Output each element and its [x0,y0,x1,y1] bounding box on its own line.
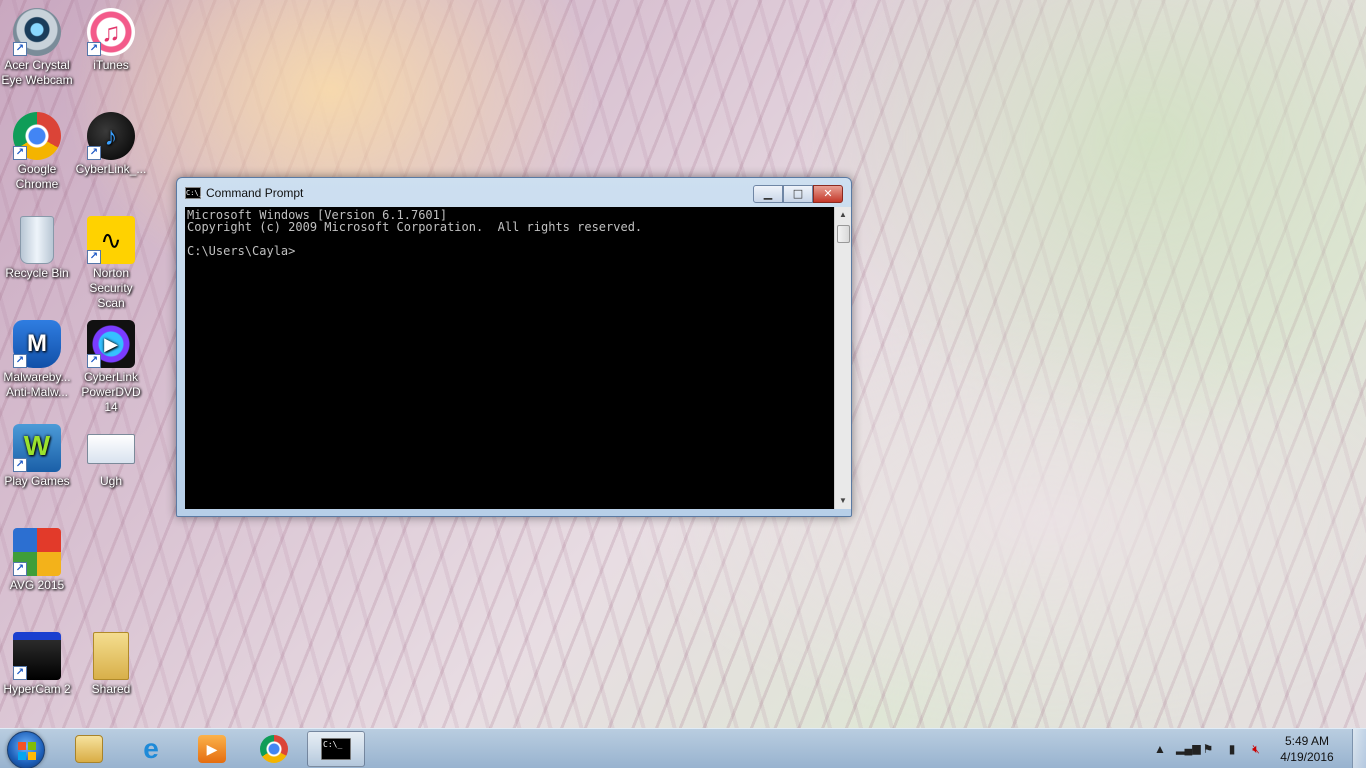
media-player-icon: ▶ [198,735,226,763]
desktop-icon-malwarebytes[interactable]: M ↗ Malwareby... Anti-Malw... [0,320,74,400]
ie-icon: e [143,733,159,764]
cyberlink-icon: ♪ ↗ [87,112,135,160]
malwarebytes-icon: M ↗ [13,320,61,368]
show-desktop-button[interactable] [1352,729,1366,768]
ugh-file-icon [87,434,135,464]
folder-icon [75,735,103,763]
norton-icon: ∿ ↗ [87,216,135,264]
vertical-scrollbar[interactable]: ▲ ▼ [834,207,851,509]
console-output[interactable]: Microsoft Windows [Version 6.1.7601] Cop… [185,207,834,509]
desktop-icon-label: AVG 2015 [9,578,65,592]
windows-logo-icon [18,742,36,760]
folder-icon [93,632,129,680]
desktop-icon-label: Ugh [99,474,122,488]
desktop-icon-powerdvd[interactable]: ▶ ↗ CyberLink PowerDVD 14 [74,320,148,415]
scroll-thumb[interactable] [837,225,850,243]
desktop-icon-hypercam[interactable]: ↗ HyperCam 2 [0,632,74,697]
taskbar: e ▶ C:\_ ▲ ▂▄▆ ⚑ ▮ 🔇︎ 5:49 AM 4/19/2016 [0,728,1366,768]
itunes-icon: ♫ ↗ [87,8,135,56]
taskbar-item-internet-explorer[interactable]: e [122,731,180,767]
desktop-icon-shared[interactable]: Shared [74,632,148,697]
window-title: Command Prompt [206,186,304,200]
webcam-icon: ↗ [13,8,61,56]
taskbar-item-explorer[interactable] [60,731,118,767]
hypercam-icon: ↗ [13,632,61,680]
desktop-icon-play-games[interactable]: W ↗ Play Games [0,424,74,489]
desktop-icon-itunes[interactable]: ♫ ↗ iTunes [74,8,148,73]
desktop-icon-ugh[interactable]: Ugh [74,424,148,489]
scroll-down-arrow-icon[interactable]: ▼ [835,493,851,509]
maximize-button[interactable]: □ [783,185,813,203]
clock-time: 5:49 AM [1284,734,1330,748]
window-titlebar[interactable]: C:\_ Command Prompt [185,186,303,200]
powerdvd-icon: ▶ ↗ [87,320,135,368]
desktop-icon-label: CyberLink_... [75,162,147,176]
clock[interactable]: 5:49 AM 4/19/2016 [1268,733,1346,765]
action-center-flag-icon[interactable]: ⚑ [1200,741,1216,757]
desktop-icon-label: iTunes [93,58,129,72]
taskbar-item-media-player[interactable]: ▶ [183,731,241,767]
show-hidden-icons-chevron-icon[interactable]: ▲ [1152,741,1168,757]
play-games-icon: W ↗ [13,424,61,472]
desktop-icon-label: CyberLink PowerDVD 14 [81,370,141,414]
desktop-icon-chrome[interactable]: ↗ Google Chrome [0,112,74,192]
start-button[interactable] [7,731,45,768]
command-prompt-window[interactable]: C:\_ Command Prompt ▁ □ ✕ Microsoft Wind… [176,177,852,517]
system-tray: ▲ ▂▄▆ ⚑ ▮ 🔇︎ 5:49 AM 4/19/2016 [1148,729,1366,768]
desktop-icon-label: Malwareby... Anti-Malw... [3,370,71,399]
desktop-icon-label: Recycle Bin [5,266,69,280]
close-button[interactable]: ✕ [813,185,843,203]
battery-icon[interactable]: ▮ [1224,741,1240,757]
scroll-up-arrow-icon[interactable]: ▲ [835,207,851,223]
desktop-icon-webcam[interactable]: ↗ Acer Crystal Eye Webcam [0,8,74,88]
chrome-icon [260,735,288,763]
desktop-icon-recycle-bin[interactable]: Recycle Bin [0,216,74,281]
recycle-bin-icon [20,216,54,264]
desktop-icon-label: Play Games [4,474,70,488]
desktop-icon-label: Norton Security Scan [89,266,133,310]
desktop-icon-label: HyperCam 2 [3,682,71,696]
clock-date: 4/19/2016 [1280,750,1334,764]
chrome-icon: ↗ [13,112,61,160]
taskbar-item-command-prompt[interactable]: C:\_ [307,731,365,767]
desktop-icon-cyberlink[interactable]: ♪ ↗ CyberLink_... [74,112,148,177]
minimize-button[interactable]: ▁ [753,185,783,203]
cmd-icon: C:\_ [185,187,203,199]
desktop-icon-label: Acer Crystal Eye Webcam [1,58,73,87]
network-signal-icon[interactable]: ▂▄▆ [1176,741,1201,757]
desktop-icon-norton[interactable]: ∿ ↗ Norton Security Scan [74,216,148,311]
cmd-icon: C:\_ [321,738,351,760]
desktop-icon-label: Google Chrome [15,162,59,191]
desktop-icon-avg[interactable]: ↗ AVG 2015 [0,528,74,593]
volume-muted-icon[interactable]: 🔇︎ [1248,741,1264,757]
desktop-icon-label: Shared [91,682,131,696]
taskbar-item-chrome[interactable] [245,731,303,767]
avg-icon: ↗ [13,528,61,576]
